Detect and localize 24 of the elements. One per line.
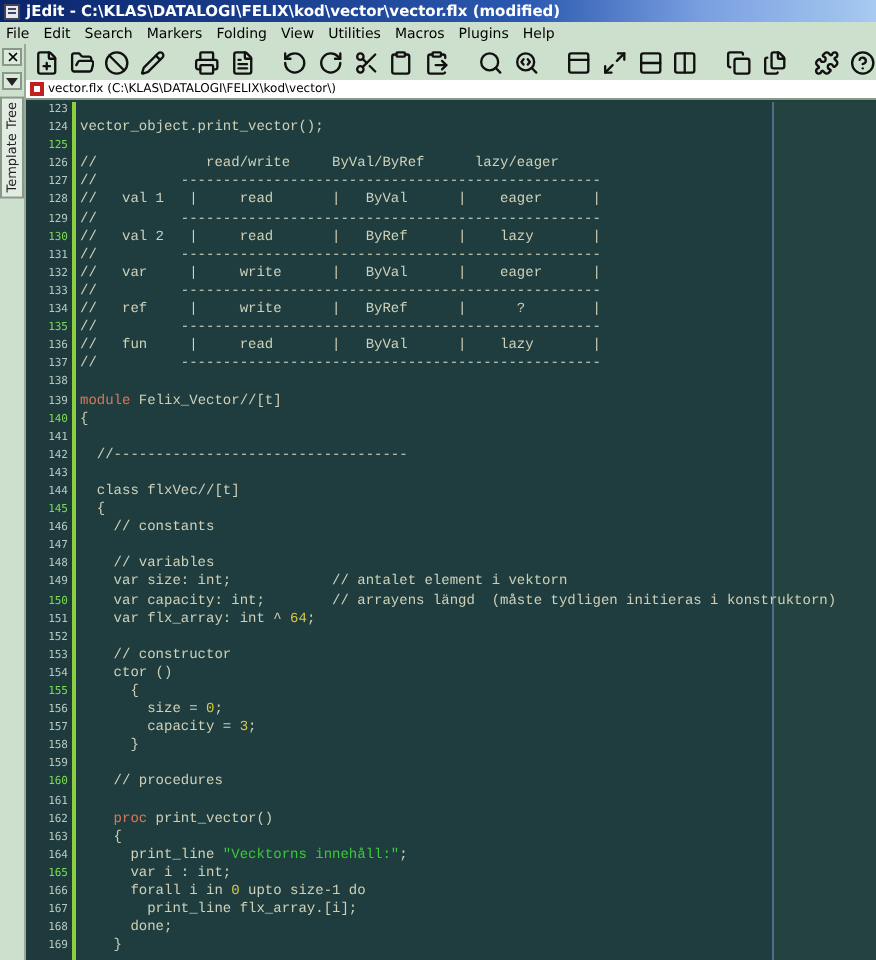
page-setup-icon[interactable] [229, 49, 255, 75]
maximize-icon[interactable] [601, 49, 628, 75]
scissors-icon[interactable] [353, 49, 379, 75]
undo-icon[interactable] [282, 49, 308, 75]
close-button[interactable] [2, 48, 22, 66]
app-icon [4, 3, 20, 19]
redo-icon[interactable] [317, 49, 344, 75]
new-file-icon[interactable] [34, 49, 60, 75]
help-icon[interactable] [850, 49, 876, 75]
copy-icon[interactable] [726, 49, 752, 75]
no-entry-icon[interactable] [104, 49, 131, 75]
search-icon[interactable] [477, 49, 504, 75]
files-icon[interactable] [761, 49, 788, 75]
pencil-icon[interactable] [140, 49, 166, 75]
paste-icon[interactable] [424, 49, 450, 75]
dock-menu-button[interactable] [2, 72, 22, 90]
printer-icon[interactable] [193, 49, 220, 75]
plugin-icon[interactable] [814, 49, 841, 75]
search-replace-icon[interactable] [513, 49, 539, 75]
split-horizontal-icon[interactable] [637, 49, 663, 75]
window-icon[interactable] [566, 49, 592, 75]
split-vertical-icon[interactable] [672, 49, 699, 75]
open-folder-icon[interactable] [69, 49, 95, 75]
clipboard-icon[interactable] [388, 49, 415, 75]
